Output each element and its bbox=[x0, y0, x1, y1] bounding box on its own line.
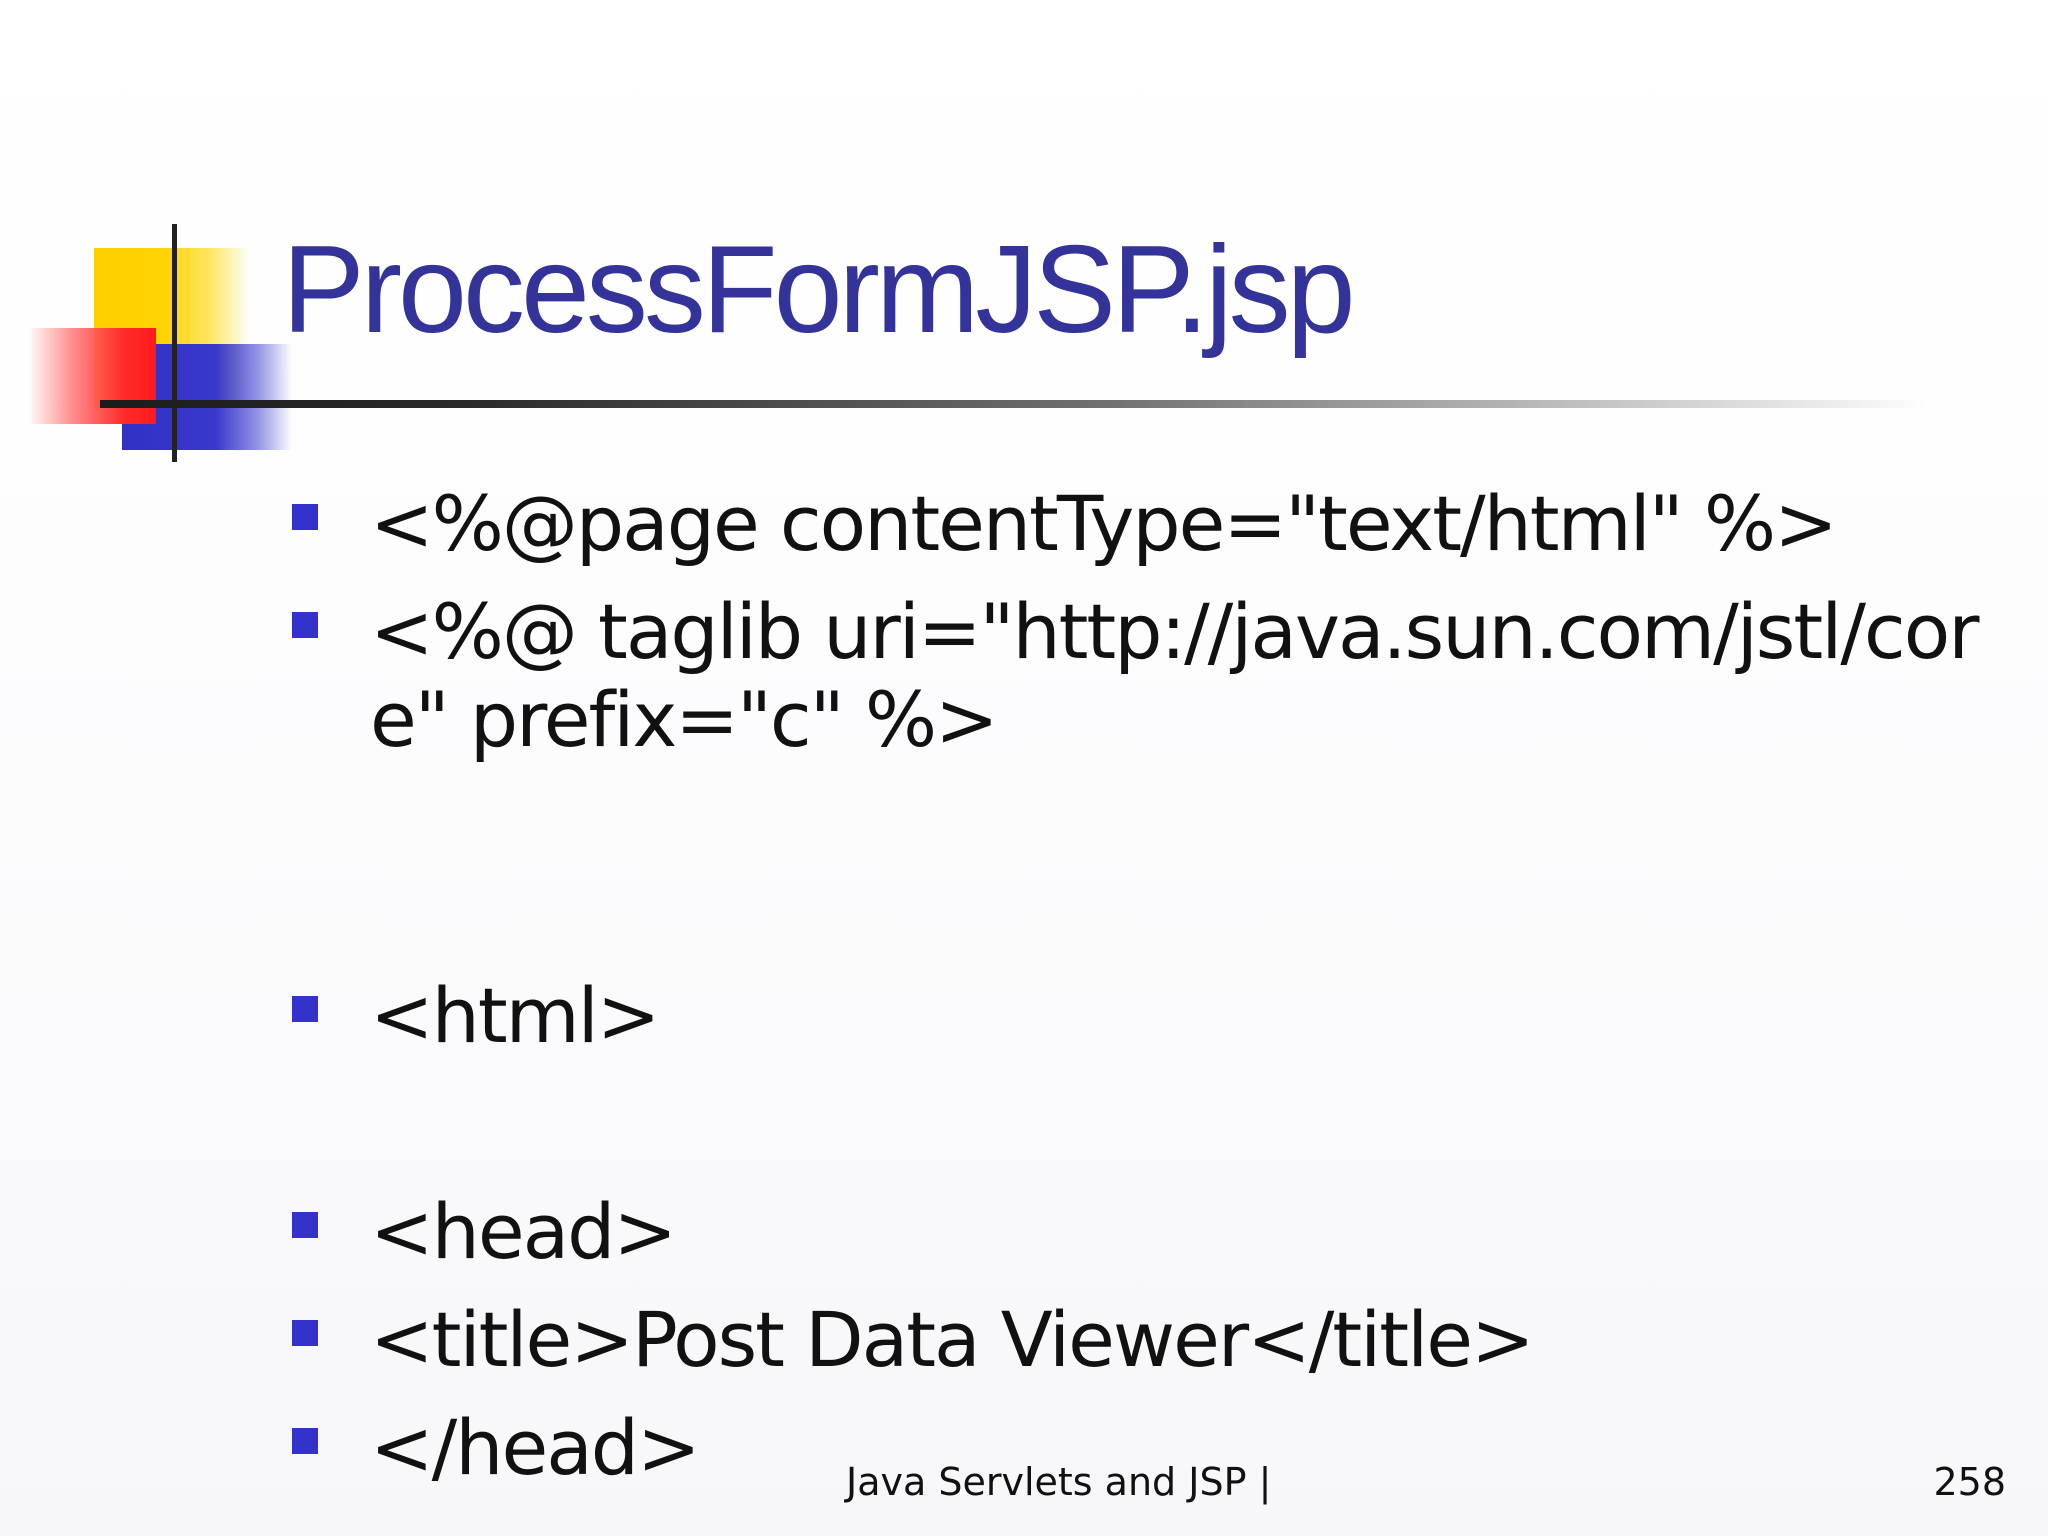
bullet-text: <%@ taglib uri="http://java.sun.com/jstl… bbox=[370, 587, 1979, 764]
footer-text: Java Servlets and JSP | bbox=[846, 1460, 1272, 1504]
square-bullet-icon bbox=[292, 1212, 318, 1238]
vertical-rule bbox=[172, 224, 177, 462]
slide: ProcessFormJSP.jsp <%@page contentType="… bbox=[0, 0, 2048, 1536]
slide-title: ProcessFormJSP.jsp bbox=[282, 221, 1356, 359]
square-bullet-icon bbox=[292, 612, 318, 638]
title-underline-rule bbox=[100, 400, 1930, 408]
bullet-text: <head> bbox=[370, 1187, 677, 1276]
square-bullet-icon bbox=[292, 1320, 318, 1346]
square-bullet-icon bbox=[292, 504, 318, 530]
square-bullet-icon bbox=[292, 1428, 318, 1454]
bullet-text: <html> bbox=[370, 971, 660, 1060]
page-number: 258 bbox=[1933, 1460, 2006, 1504]
bullet-text: <title>Post Data Viewer</title> bbox=[370, 1295, 1535, 1384]
red-square-decoration bbox=[28, 328, 156, 424]
square-bullet-icon bbox=[292, 996, 318, 1022]
bullet-text: <%@page contentType="text/html" %> bbox=[370, 479, 1838, 568]
